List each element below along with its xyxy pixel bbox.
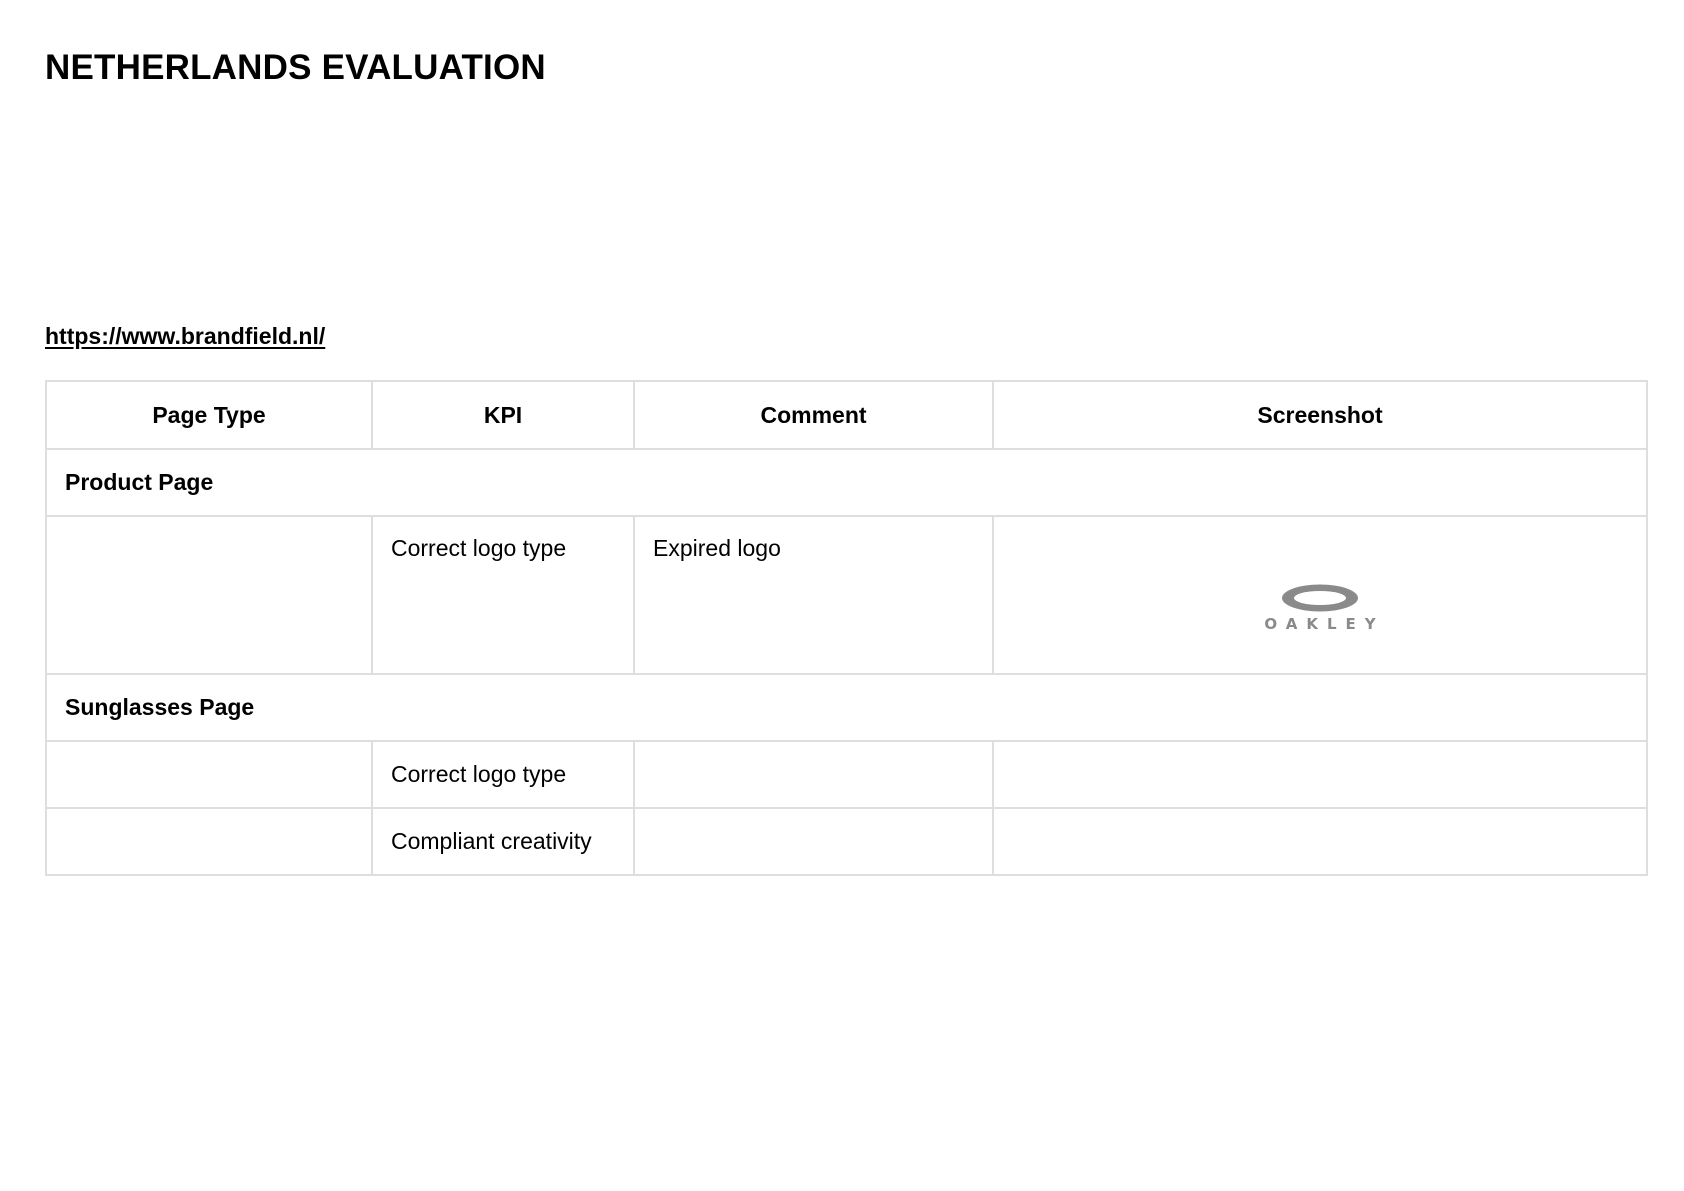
cell-page-type: [45, 807, 373, 876]
header-screenshot: Screenshot: [992, 380, 1648, 450]
cell-screenshot: [992, 807, 1648, 876]
table-row: Correct logo type: [45, 740, 1648, 809]
cell-comment: Expired logo: [633, 515, 994, 675]
oakley-ellipse-icon: [1282, 584, 1358, 612]
cell-kpi: Correct logo type: [371, 740, 635, 809]
header-kpi: KPI: [371, 380, 635, 450]
section-row-sunglasses-page: Sunglasses Page: [45, 673, 1648, 742]
cell-comment: [633, 807, 994, 876]
cell-kpi: Compliant creativity: [371, 807, 635, 876]
cell-kpi: Correct logo type: [371, 515, 635, 675]
oakley-logo-image: OAKLEY: [1255, 583, 1384, 633]
section-row-product-page: Product Page: [45, 448, 1648, 517]
cell-screenshot: OAKLEY: [992, 515, 1648, 675]
evaluation-table: Page Type KPI Comment Screenshot Product…: [45, 380, 1648, 876]
page-title: NETHERLANDS EVALUATION: [45, 48, 546, 87]
oakley-logo-text: OAKLEY: [1264, 615, 1385, 633]
table-row: Compliant creativity: [45, 807, 1648, 876]
header-page-type: Page Type: [45, 380, 373, 450]
cell-screenshot: [992, 740, 1648, 809]
evaluated-site-link[interactable]: https://www.brandfield.nl/: [45, 322, 325, 350]
cell-page-type: [45, 740, 373, 809]
section-label: Sunglasses Page: [45, 673, 1648, 742]
header-comment: Comment: [633, 380, 994, 450]
cell-page-type: [45, 515, 373, 675]
table-header-row: Page Type KPI Comment Screenshot: [45, 380, 1648, 450]
section-label: Product Page: [45, 448, 1648, 517]
cell-comment: [633, 740, 994, 809]
table-row: Correct logo type Expired logo OAKLEY: [45, 515, 1648, 675]
